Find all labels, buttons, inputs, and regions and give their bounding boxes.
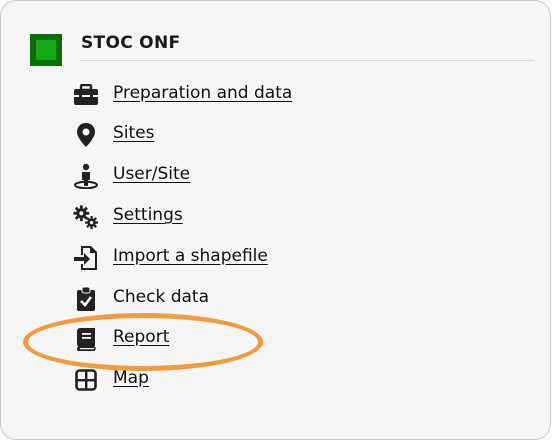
menu-item-check-data[interactable]: Check data	[73, 285, 209, 313]
gears-icon	[73, 204, 99, 230]
menu-item-label[interactable]: Check data	[113, 287, 209, 307]
menu-item-sites[interactable]: Sites	[73, 121, 155, 149]
menu-item-label[interactable]: Import a shapefile	[113, 246, 268, 266]
book-icon	[73, 326, 99, 352]
menu-card: STOC ONF Preparation and data Sites User…	[0, 0, 551, 440]
clipboard-check-icon	[73, 286, 99, 312]
map-pin-icon	[73, 122, 99, 148]
menu-item-label[interactable]: Sites	[113, 123, 155, 143]
menu-item-map[interactable]: Map	[73, 366, 149, 394]
menu-item-label[interactable]: Preparation and data	[113, 83, 292, 103]
menu-item-label[interactable]: User/Site	[113, 164, 190, 184]
menu-item-label[interactable]: Report	[113, 327, 169, 347]
menu-item-settings[interactable]: Settings	[73, 203, 183, 231]
user-location-icon	[73, 163, 99, 189]
menu-item-report[interactable]: Report	[73, 325, 169, 353]
menu-item-user-site[interactable]: User/Site	[73, 162, 190, 190]
section-title: STOC ONF	[81, 33, 181, 53]
menu-item-label[interactable]: Map	[113, 368, 149, 388]
header-divider	[81, 60, 534, 61]
grid-map-icon	[73, 367, 99, 393]
menu-item-preparation-and-data[interactable]: Preparation and data	[73, 81, 292, 109]
menu-item-import-shapefile[interactable]: Import a shapefile	[73, 244, 268, 272]
menu-item-label[interactable]: Settings	[113, 205, 183, 225]
app-logo	[30, 34, 62, 66]
file-import-icon	[73, 245, 99, 271]
toolbox-icon	[73, 82, 99, 108]
